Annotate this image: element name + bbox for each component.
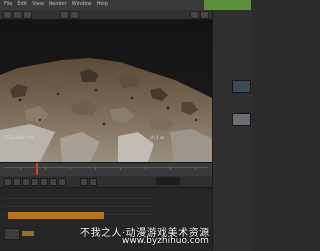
- gain-button[interactable]: [60, 11, 69, 19]
- property-row[interactable]: [4, 199, 154, 207]
- node-graph-panel[interactable]: [212, 10, 252, 251]
- frame-field[interactable]: [156, 177, 180, 185]
- timeline-tick: [45, 167, 46, 170]
- viewer-status-right: ch 1 sk: [150, 135, 165, 140]
- menu-item-help[interactable]: Help: [96, 1, 107, 7]
- display-button[interactable]: [23, 11, 32, 19]
- property-row[interactable]: [4, 191, 154, 199]
- viewer-status-left: 1920x1080 left: [3, 135, 34, 140]
- image-viewer[interactable]: [0, 20, 212, 162]
- fps-button[interactable]: [89, 178, 97, 186]
- selected-property-bar[interactable]: [8, 212, 104, 219]
- keyframe-marker[interactable]: [22, 231, 34, 236]
- node-thumbnail-viewer[interactable]: [232, 113, 251, 126]
- playhead[interactable]: [36, 163, 38, 175]
- node-thumbnail-read[interactable]: [232, 80, 251, 93]
- viewer-settings-button[interactable]: [200, 11, 209, 19]
- rubble-render-image: [0, 20, 212, 162]
- step-back-button[interactable]: [13, 178, 21, 186]
- timeline-ruler[interactable]: [4, 167, 208, 172]
- step-forward-button[interactable]: [49, 178, 57, 186]
- go-to-start-button[interactable]: [4, 178, 12, 186]
- viewer-options-button[interactable]: [190, 11, 199, 19]
- play-forward-button[interactable]: [40, 178, 48, 186]
- timeline-tick: [95, 167, 96, 170]
- workspace-tab[interactable]: [204, 0, 251, 10]
- timeline-tick: [20, 167, 21, 170]
- stop-button[interactable]: [31, 178, 39, 186]
- property-thumbnail[interactable]: [4, 228, 20, 240]
- timeline-tick: [70, 167, 71, 170]
- menu-item-render[interactable]: Render: [49, 1, 67, 7]
- menu-item-view[interactable]: View: [32, 1, 44, 7]
- menu-item-file[interactable]: File: [4, 1, 12, 7]
- timeline-tick: [195, 167, 196, 170]
- channel-button[interactable]: [3, 11, 12, 19]
- play-backward-button[interactable]: [22, 178, 30, 186]
- timeline-tick: [120, 167, 121, 170]
- timeline-tick: [170, 167, 171, 170]
- timeline-tick: [145, 167, 146, 170]
- go-to-end-button[interactable]: [58, 178, 66, 186]
- menu-item-window[interactable]: Window: [72, 1, 92, 7]
- menu-item-edit[interactable]: Edit: [17, 1, 27, 7]
- menu: File Edit View Render Window Help: [4, 1, 108, 7]
- gamma-button[interactable]: [70, 11, 79, 19]
- watermark-line-2: www.byzhihuo.com: [122, 236, 209, 246]
- layer-button[interactable]: [13, 11, 22, 19]
- loop-button[interactable]: [80, 178, 88, 186]
